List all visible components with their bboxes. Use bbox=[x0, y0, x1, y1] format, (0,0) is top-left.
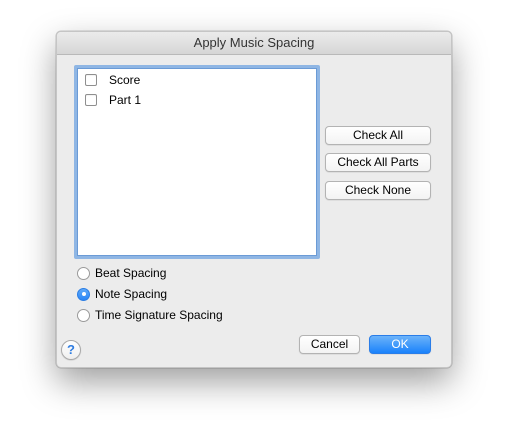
cancel-button[interactable]: Cancel bbox=[299, 335, 360, 354]
window-title: Apply Music Spacing bbox=[57, 32, 451, 55]
beat-spacing-label: Beat Spacing bbox=[95, 266, 167, 280]
time-signature-spacing-label: Time Signature Spacing bbox=[95, 308, 223, 322]
parts-list[interactable]: Score Part 1 bbox=[74, 65, 320, 259]
check-none-button[interactable]: Check None bbox=[325, 181, 431, 200]
note-spacing-option[interactable]: Note Spacing bbox=[77, 285, 167, 303]
score-checkbox[interactable] bbox=[85, 74, 97, 86]
list-item-score[interactable]: Score bbox=[85, 71, 140, 89]
ok-button[interactable]: OK bbox=[369, 335, 431, 354]
list-item-label: Part 1 bbox=[109, 93, 142, 107]
apply-music-spacing-dialog: Apply Music Spacing Score Part 1 Check A… bbox=[56, 31, 452, 368]
beat-spacing-option[interactable]: Beat Spacing bbox=[77, 264, 166, 282]
time-signature-spacing-option[interactable]: Time Signature Spacing bbox=[77, 306, 223, 324]
help-button[interactable]: ? bbox=[61, 340, 81, 360]
list-item-part-1[interactable]: Part 1 bbox=[85, 91, 141, 109]
list-item-label: Score bbox=[109, 73, 141, 87]
note-spacing-radio[interactable] bbox=[77, 287, 90, 301]
check-all-button[interactable]: Check All bbox=[325, 126, 431, 145]
check-all-parts-button[interactable]: Check All Parts bbox=[325, 153, 431, 172]
note-spacing-label: Note Spacing bbox=[95, 287, 168, 301]
time-signature-spacing-radio[interactable] bbox=[77, 308, 90, 322]
part-1-checkbox[interactable] bbox=[85, 94, 97, 106]
beat-spacing-radio[interactable] bbox=[77, 266, 90, 280]
